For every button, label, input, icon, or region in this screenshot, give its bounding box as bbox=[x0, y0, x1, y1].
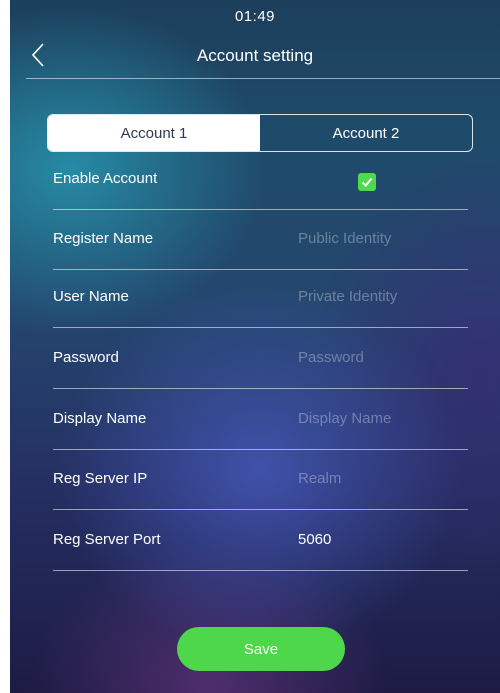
reg-server-ip-row: Reg Server IP bbox=[53, 448, 468, 510]
display-name-row: Display Name bbox=[53, 388, 468, 450]
password-label: Password bbox=[53, 349, 119, 366]
status-bar-time: 01:49 bbox=[234, 8, 276, 25]
register-name-input[interactable] bbox=[298, 208, 468, 269]
reg-server-port-label: Reg Server Port bbox=[53, 531, 161, 548]
password-row: Password bbox=[53, 327, 468, 389]
password-input[interactable] bbox=[298, 327, 468, 388]
reg-server-ip-label: Reg Server IP bbox=[53, 470, 148, 487]
header-divider bbox=[26, 78, 500, 79]
reg-server-port-input[interactable] bbox=[298, 509, 468, 570]
user-name-label: User Name bbox=[53, 288, 129, 305]
enable-account-row: Enable Account bbox=[53, 148, 468, 210]
user-name-input[interactable] bbox=[298, 266, 468, 327]
header: Account setting bbox=[10, 30, 500, 82]
screen: 01:49 Account setting Account 1 Account … bbox=[10, 0, 500, 693]
enable-account-checkbox[interactable] bbox=[358, 173, 376, 191]
display-name-input[interactable] bbox=[298, 388, 468, 449]
checkmark-icon bbox=[361, 177, 373, 187]
tab-account-2[interactable]: Account 2 bbox=[260, 115, 472, 151]
user-name-row: User Name bbox=[53, 266, 468, 328]
reg-server-port-row: Reg Server Port bbox=[53, 509, 468, 571]
tab-account-1[interactable]: Account 1 bbox=[48, 115, 260, 151]
account-tabs: Account 1 Account 2 bbox=[47, 114, 473, 152]
register-name-row: Register Name bbox=[53, 208, 468, 270]
register-name-label: Register Name bbox=[53, 230, 154, 247]
page-title: Account setting bbox=[196, 46, 314, 65]
save-button[interactable]: Save bbox=[177, 627, 345, 671]
reg-server-ip-input[interactable] bbox=[298, 448, 468, 509]
enable-account-label: Enable Account bbox=[53, 170, 158, 187]
display-name-label: Display Name bbox=[53, 410, 147, 427]
